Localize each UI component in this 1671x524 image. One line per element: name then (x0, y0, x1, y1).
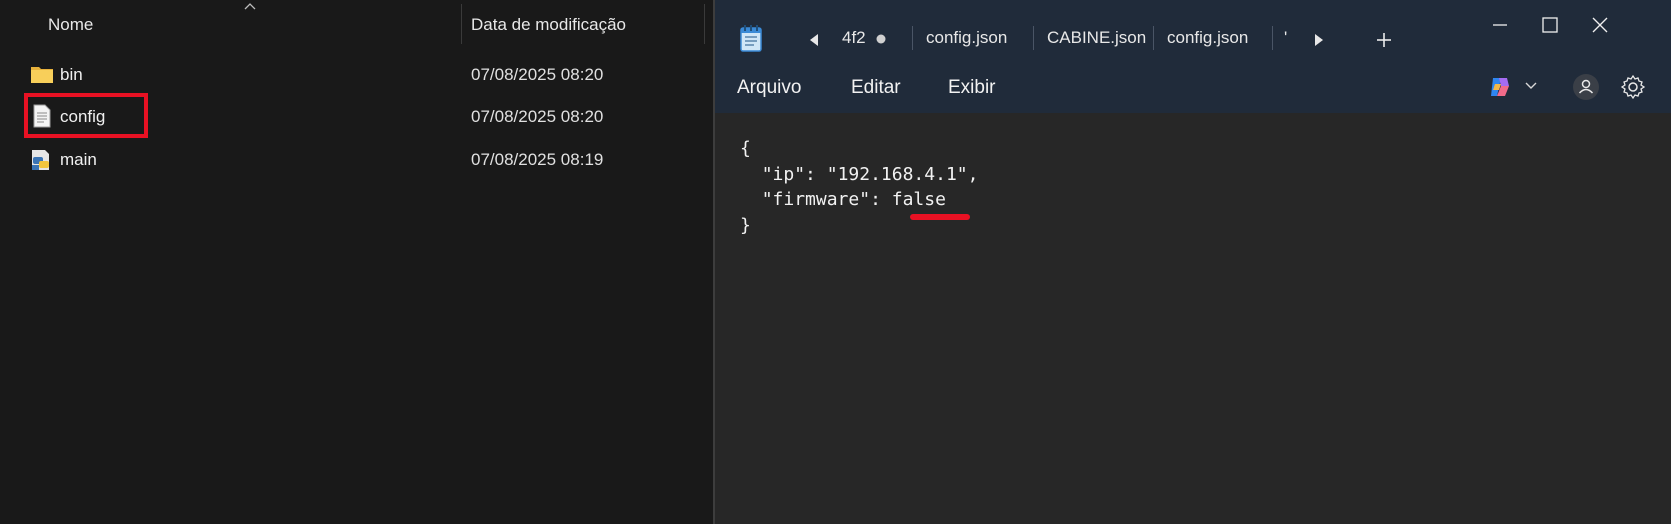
python-file-icon (32, 150, 49, 170)
file-date: 07/08/2025 08:19 (471, 150, 604, 169)
code-open-brace: { (740, 138, 751, 159)
file-explorer: Nome Data de modificação bin 07/08/2025 … (0, 0, 713, 524)
column-header: Nome Data de modificação (0, 0, 713, 46)
tab-separator (912, 26, 913, 50)
menu-edit[interactable]: Editar (851, 77, 901, 99)
gear-icon[interactable] (1619, 73, 1647, 101)
copilot-icon[interactable] (1487, 74, 1513, 100)
file-date: 07/08/2025 08:20 (471, 65, 604, 84)
unsaved-dot-icon (876, 34, 886, 44)
scroll-tabs-right-icon[interactable] (1313, 33, 1325, 47)
menu-bar: Arquivo Editar Exibir (715, 63, 1671, 113)
file-row-main[interactable]: main 07/08/2025 08:19 (0, 141, 713, 177)
file-name: bin (60, 65, 83, 84)
json-value-firmware: false (891, 189, 946, 210)
column-name-header[interactable]: Nome (48, 15, 93, 35)
notepad-window: 4f2 config.json CABINE.json config.json … (713, 0, 1671, 524)
tab-config-json-2[interactable]: config.json (1167, 28, 1248, 48)
scroll-tabs-left-icon[interactable] (808, 33, 820, 47)
file-row-bin[interactable]: bin 07/08/2025 08:20 (0, 56, 713, 92)
tab-config-json[interactable]: config.json (926, 28, 1007, 48)
column-divider[interactable] (704, 4, 705, 44)
column-divider[interactable] (461, 4, 462, 44)
red-underline-mark (910, 214, 970, 220)
tab-partial-2[interactable]: ' (1284, 28, 1287, 48)
text-editor[interactable]: { "ip": "192.168.4.1", "firmware": false… (740, 136, 978, 238)
json-key-firmware: "firmware" (761, 189, 871, 210)
json-colon: : (805, 163, 827, 185)
menu-view[interactable]: Exibir (948, 77, 996, 99)
menu-file[interactable]: Arquivo (737, 77, 801, 99)
account-icon[interactable] (1571, 72, 1601, 102)
code-close-brace: } (740, 214, 751, 236)
folder-icon (31, 67, 53, 83)
notepad-app-icon (740, 25, 762, 52)
column-date-header[interactable]: Data de modificação (471, 15, 626, 35)
highlight-box (24, 93, 148, 138)
tab-separator (1033, 26, 1034, 50)
minimize-icon[interactable] (1485, 10, 1515, 40)
tab-cabine-json[interactable]: CABINE.json (1047, 28, 1146, 48)
file-name: main (60, 150, 97, 169)
sort-ascending-icon (244, 3, 256, 10)
json-key-ip: "ip" (761, 163, 806, 185)
close-icon[interactable] (1585, 10, 1615, 40)
maximize-icon[interactable] (1535, 10, 1565, 40)
tab-partial[interactable]: 4f2 (842, 28, 866, 48)
tab-separator (1153, 26, 1154, 50)
json-colon: : (870, 189, 892, 210)
tab-separator (1272, 26, 1273, 50)
title-bar: 4f2 config.json CABINE.json config.json … (715, 0, 1671, 63)
file-date: 07/08/2025 08:20 (471, 107, 604, 126)
new-tab-icon[interactable] (1375, 31, 1393, 49)
json-value-ip: "192.168.4.1", (826, 163, 979, 185)
chevron-down-icon[interactable] (1525, 82, 1537, 90)
